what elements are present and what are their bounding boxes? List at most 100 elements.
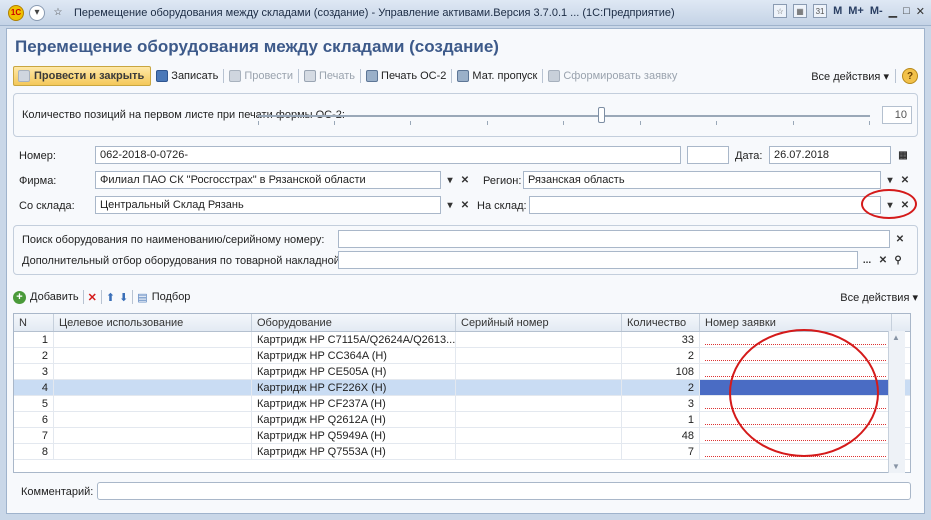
star-icon[interactable]: ☆ [50, 5, 66, 21]
cell-purpose[interactable] [54, 428, 252, 443]
table-row[interactable]: 6 Картридж HP Q2612A (H) 1 [14, 412, 910, 428]
close-icon[interactable]: ✕ [916, 5, 925, 18]
cell-serial[interactable] [456, 332, 622, 347]
region-field[interactable]: Рязанская область [523, 171, 881, 189]
cell-request[interactable] [700, 396, 892, 411]
cell-equipment[interactable]: Картридж HP CF226X (H) [252, 380, 456, 395]
cell-serial[interactable] [456, 428, 622, 443]
col-header-request[interactable]: Номер заявки [700, 314, 892, 331]
cell-quantity[interactable]: 1 [622, 412, 700, 427]
table-row[interactable]: 4 Картридж HP CF226X (H) 2 [14, 380, 910, 396]
memory-m-button[interactable]: M [833, 5, 842, 17]
cell-equipment[interactable]: Картридж HP CF237A (H) [252, 396, 456, 411]
cell-purpose[interactable] [54, 396, 252, 411]
cell-request[interactable] [700, 348, 892, 363]
cell-serial[interactable] [456, 348, 622, 363]
col-header-quantity[interactable]: Количество [622, 314, 700, 331]
firm-dropdown-icon[interactable]: ▾ [443, 172, 457, 188]
cell-number[interactable]: 7 [14, 428, 54, 443]
cell-purpose[interactable] [54, 348, 252, 363]
delete-row-icon[interactable]: ✕ [88, 291, 97, 304]
calendar-icon[interactable]: 31 [813, 4, 828, 18]
number-field[interactable]: 062-2018-0-0726- [95, 146, 681, 164]
move-up-icon[interactable]: ⬆ [106, 291, 115, 304]
calculator-icon[interactable]: ▦ [793, 4, 808, 18]
save-button[interactable]: Записать [151, 66, 223, 86]
col-header-purpose[interactable]: Целевое использование [54, 314, 252, 331]
cell-request[interactable] [700, 444, 892, 459]
number-suffix-field[interactable] [687, 146, 729, 164]
help-icon[interactable]: ? [902, 68, 918, 84]
filter-by-invoice-input[interactable] [338, 251, 858, 269]
cell-request[interactable] [700, 412, 892, 427]
cell-serial[interactable] [456, 412, 622, 427]
slider-value-input[interactable]: 10 [882, 106, 912, 124]
cell-quantity[interactable]: 7 [622, 444, 700, 459]
slider-thumb[interactable] [597, 107, 605, 123]
equipment-table[interactable]: N Целевое использование Оборудование Сер… [13, 313, 911, 473]
cell-quantity[interactable]: 108 [622, 364, 700, 379]
grid-all-actions-menu[interactable]: Все действия ▾ [840, 291, 918, 304]
table-row[interactable]: 8 Картридж HP Q7553A (H) 7 [14, 444, 910, 460]
firm-clear-icon[interactable]: ✕ [458, 172, 472, 188]
table-row[interactable]: 7 Картридж HP Q5949A (H) 48 [14, 428, 910, 444]
cell-quantity[interactable]: 2 [622, 380, 700, 395]
memory-minus-button[interactable]: M- [870, 5, 883, 17]
table-row[interactable]: 1 Картридж HP C7115A/Q2624A/Q2613... 33 [14, 332, 910, 348]
select-ellipsis-button[interactable]: ... [860, 252, 874, 268]
table-scrollbar[interactable]: ▲ ▼ [888, 331, 905, 473]
add-row-button[interactable]: Добавить [30, 291, 79, 303]
cell-request[interactable] [700, 332, 892, 347]
table-row[interactable]: 2 Картридж HP CC364A (H) 2 [14, 348, 910, 364]
cell-purpose[interactable] [54, 412, 252, 427]
cell-equipment[interactable]: Картридж HP Q2612A (H) [252, 412, 456, 427]
search-clear-icon[interactable]: ✕ [893, 231, 907, 247]
cell-equipment[interactable]: Картридж HP Q7553A (H) [252, 444, 456, 459]
cell-number[interactable]: 1 [14, 332, 54, 347]
cell-number[interactable]: 6 [14, 412, 54, 427]
from-dropdown-icon[interactable]: ▾ [443, 197, 457, 213]
cell-quantity[interactable]: 33 [622, 332, 700, 347]
cell-equipment[interactable]: Картридж HP CE505A (H) [252, 364, 456, 379]
cell-serial[interactable] [456, 364, 622, 379]
cell-number[interactable]: 5 [14, 396, 54, 411]
pick-button[interactable]: Подбор [152, 291, 191, 303]
menu-dropdown-icon[interactable]: ▾ [29, 4, 45, 21]
to-dropdown-icon[interactable]: ▾ [883, 197, 897, 213]
table-row[interactable]: 3 Картридж HP CE505A (H) 108 [14, 364, 910, 380]
from-clear-icon[interactable]: ✕ [458, 197, 472, 213]
all-actions-menu[interactable]: Все действия ▾ [811, 70, 889, 83]
cell-purpose[interactable] [54, 444, 252, 459]
col-header-serial[interactable]: Серийный номер [456, 314, 622, 331]
col-header-equipment[interactable]: Оборудование [252, 314, 456, 331]
cell-quantity[interactable]: 48 [622, 428, 700, 443]
cell-quantity[interactable]: 2 [622, 348, 700, 363]
post-and-close-button[interactable]: Провести и закрыть [13, 66, 152, 86]
search-by-name-input[interactable] [338, 230, 890, 248]
cell-request[interactable] [700, 380, 892, 395]
comment-input[interactable] [97, 482, 911, 500]
table-row[interactable]: 5 Картридж HP CF237A (H) 3 [14, 396, 910, 412]
cell-equipment[interactable]: Картридж HP CC364A (H) [252, 348, 456, 363]
cell-request[interactable] [700, 364, 892, 379]
cell-purpose[interactable] [54, 380, 252, 395]
cell-serial[interactable] [456, 444, 622, 459]
cell-equipment[interactable]: Картридж HP Q5949A (H) [252, 428, 456, 443]
firm-field[interactable]: Филиал ПАО СК "Росгосстрах" в Рязанской … [95, 171, 441, 189]
cell-purpose[interactable] [54, 364, 252, 379]
cell-quantity[interactable]: 3 [622, 396, 700, 411]
cell-number[interactable]: 4 [14, 380, 54, 395]
print-button[interactable]: Печать [299, 66, 360, 86]
cell-purpose[interactable] [54, 332, 252, 347]
cell-serial[interactable] [456, 396, 622, 411]
col-header-n[interactable]: N [14, 314, 54, 331]
material-pass-button[interactable]: Мат. пропуск [452, 66, 542, 86]
print-os2-button[interactable]: Печать ОС-2 [361, 66, 451, 86]
post-button[interactable]: Провести [224, 66, 298, 86]
open-search-icon[interactable]: ⚲ [891, 252, 905, 268]
date-field[interactable]: 26.07.2018 [769, 146, 891, 164]
calendar-picker-icon[interactable]: ▦ [896, 147, 910, 163]
restore-icon[interactable]: □ [903, 5, 910, 17]
to-warehouse-field[interactable] [529, 196, 881, 214]
minimize-icon[interactable]: ▁ [889, 5, 897, 18]
